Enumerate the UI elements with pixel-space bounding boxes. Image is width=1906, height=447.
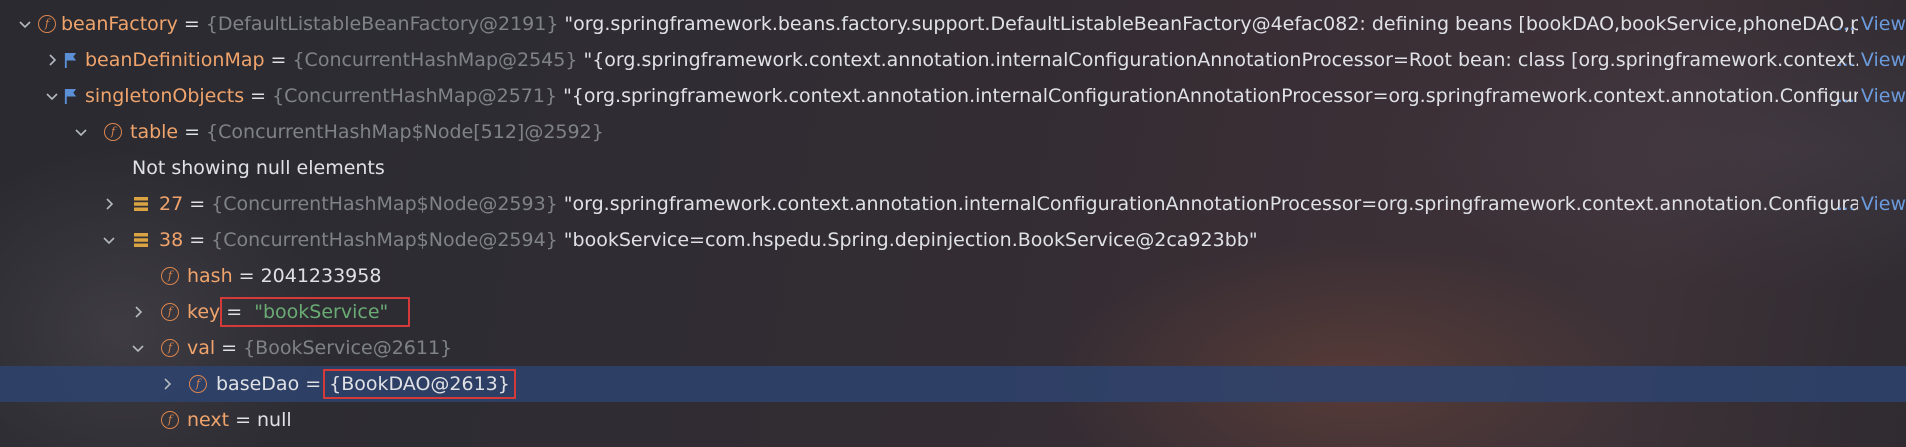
equals-sign: = <box>184 121 201 143</box>
value-text: "org.springframework.context.annotation.… <box>563 193 1858 215</box>
view-link[interactable]: ... View <box>1837 49 1906 71</box>
value-text: 2041233958 <box>260 265 382 287</box>
tree-row-38[interactable]: 38 = {ConcurrentHashMap$Node@2594} "book… <box>0 222 1906 258</box>
value-text: null <box>257 409 292 431</box>
null-elements-notice: Not showing null elements <box>132 157 385 179</box>
tree-row-beanFactory[interactable]: f beanFactory = {DefaultListableBeanFact… <box>0 6 1906 42</box>
flag-icon <box>60 86 80 106</box>
tree-row-info: Not showing null elements <box>0 150 1906 186</box>
tree-row-baseDao[interactable]: f baseDao = {BookDAO@2613} <box>0 366 1906 402</box>
tree-row-text: beanFactory = {DefaultListableBeanFactor… <box>61 13 1858 35</box>
tree-row-text: key = "bookService" <box>187 297 411 327</box>
chevron-down-icon[interactable] <box>130 340 146 356</box>
chevron-right-icon[interactable] <box>130 304 146 320</box>
tree-row-next[interactable]: f next = null <box>0 402 1906 438</box>
variable-name: val <box>187 337 216 359</box>
tree-row-text: val = {BookService@2611} <box>187 337 452 359</box>
tree-row-text: table = {ConcurrentHashMap$Node[512]@259… <box>130 121 604 143</box>
field-icon: f <box>37 14 57 34</box>
tree-row-text: hash = 2041233958 <box>187 265 381 287</box>
variable-name: table <box>130 121 179 143</box>
chevron-down-icon[interactable] <box>44 88 60 104</box>
view-link[interactable]: ... View <box>1837 193 1906 215</box>
value-text: "org.springframework.beans.factory.suppo… <box>564 13 1858 35</box>
tree-row-text: baseDao = {BookDAO@2613} <box>216 369 516 399</box>
variable-name: baseDao <box>216 373 300 395</box>
variable-name: beanDefinitionMap <box>85 49 265 71</box>
tree-row-text: next = null <box>187 409 292 431</box>
value-text: "{org.springframework.context.annotation… <box>583 49 1858 71</box>
tree-row-text: singletonObjects = {ConcurrentHashMap@25… <box>85 85 1858 107</box>
chevron-right-icon[interactable] <box>159 376 175 392</box>
type-ref: {ConcurrentHashMap@2571} <box>272 85 558 107</box>
tree-row-val[interactable]: f val = {BookService@2611} <box>0 330 1906 366</box>
field-icon: f <box>188 374 208 394</box>
array-element-icon <box>131 194 151 214</box>
chevron-right-icon[interactable] <box>101 196 117 212</box>
tree-row-text: 38 = {ConcurrentHashMap$Node@2594} "book… <box>159 229 1258 251</box>
tree-row-text: 27 = {ConcurrentHashMap$Node@2593} "org.… <box>159 193 1858 215</box>
variable-name: hash <box>187 265 233 287</box>
tree-row-hash[interactable]: f hash = 2041233958 <box>0 258 1906 294</box>
value-text: {BookDAO@2613} <box>323 369 516 399</box>
field-icon: f <box>160 410 180 430</box>
flag-icon <box>60 50 80 70</box>
highlight-box: = "bookService" <box>220 297 411 327</box>
variable-name: next <box>187 409 230 431</box>
chevron-down-icon[interactable] <box>101 232 117 248</box>
chevron-down-icon[interactable] <box>73 124 89 140</box>
view-link[interactable]: ... View <box>1837 13 1906 35</box>
tree-row-key[interactable]: f key = "bookService" <box>0 294 1906 330</box>
equals-sign: = <box>183 13 200 35</box>
equals-sign: = <box>189 229 206 251</box>
type-ref: {ConcurrentHashMap$Node@2593} <box>211 193 558 215</box>
tree-row-text: beanDefinitionMap = {ConcurrentHashMap@2… <box>85 49 1858 71</box>
chevron-down-icon[interactable] <box>17 16 33 32</box>
equals-sign: = <box>226 301 243 323</box>
equals-sign: = <box>250 85 267 107</box>
variable-name: 27 <box>159 193 184 215</box>
type-ref: {ConcurrentHashMap$Node@2594} <box>211 229 558 251</box>
equals-sign: = <box>238 265 255 287</box>
field-icon: f <box>160 266 180 286</box>
type-ref: {DefaultListableBeanFactory@2191} <box>205 13 559 35</box>
type-ref: {ConcurrentHashMap@2545} <box>292 49 578 71</box>
field-icon: f <box>160 338 180 358</box>
value-text: "{org.springframework.context.annotation… <box>563 85 1858 107</box>
chevron-right-icon[interactable] <box>44 52 60 68</box>
tree-row-table[interactable]: f table = {ConcurrentHashMap$Node[512]@2… <box>0 114 1906 150</box>
tree-row-singletonObjects[interactable]: singletonObjects = {ConcurrentHashMap@25… <box>0 78 1906 114</box>
variable-name: beanFactory <box>61 13 178 35</box>
equals-sign: = <box>189 193 206 215</box>
equals-sign: = <box>235 409 252 431</box>
view-link[interactable]: ... View <box>1837 85 1906 107</box>
type-ref: {ConcurrentHashMap$Node[512]@2592} <box>206 121 604 143</box>
array-element-icon <box>131 230 151 250</box>
field-icon: f <box>103 122 123 142</box>
variable-name: 38 <box>159 229 184 251</box>
tree-row-beanDefinitionMap[interactable]: beanDefinitionMap = {ConcurrentHashMap@2… <box>0 42 1906 78</box>
type-ref: {BookService@2611} <box>243 337 453 359</box>
field-icon: f <box>160 302 180 322</box>
tree-row-27[interactable]: 27 = {ConcurrentHashMap$Node@2593} "org.… <box>0 186 1906 222</box>
equals-sign: = <box>305 373 322 395</box>
variable-name: singletonObjects <box>85 85 245 107</box>
equals-sign: = <box>221 337 238 359</box>
equals-sign: = <box>270 49 287 71</box>
value-text: "bookService=com.hspedu.Spring.depinject… <box>563 229 1258 251</box>
value-text: "bookService" <box>254 301 389 323</box>
variable-name: key <box>187 301 221 323</box>
